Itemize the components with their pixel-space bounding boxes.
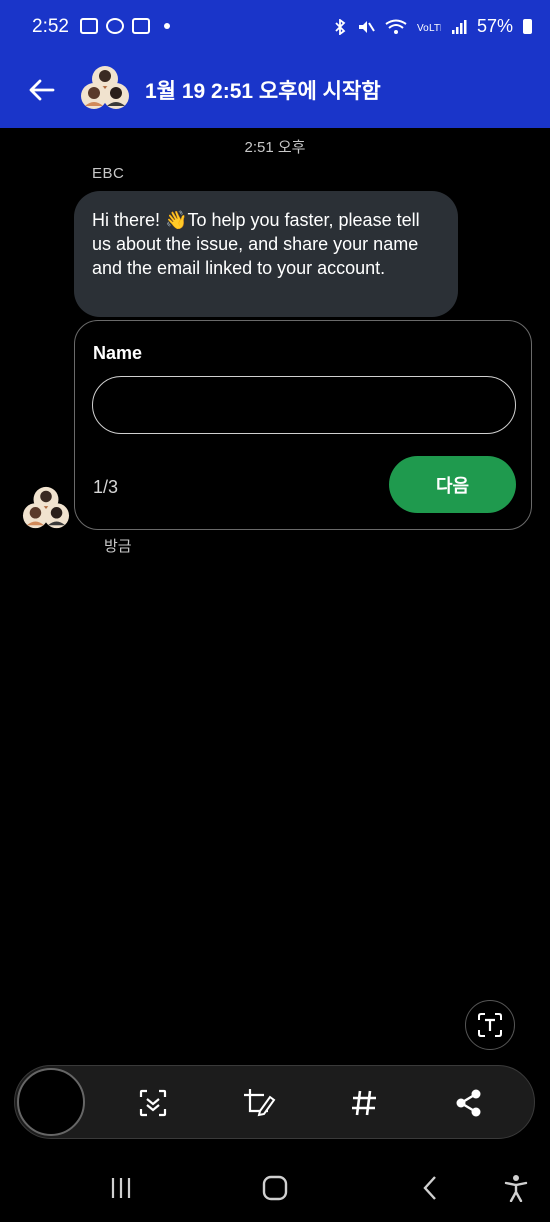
hashtag-icon [352, 1090, 376, 1116]
chat-title: 1월 19 2:51 오후에 시작함 [145, 80, 381, 103]
chat-area: 2:51 오후 EBC Hi there! 👋To help you faste… [0, 128, 550, 1065]
system-nav-bar [0, 1140, 550, 1222]
form-step-indicator: 1/3 [93, 477, 119, 497]
crop-edit-icon [244, 1089, 276, 1117]
sender-name: EBC [92, 165, 125, 182]
share-icon [456, 1089, 481, 1117]
system-icons: VoLTE 57% [333, 16, 532, 37]
recent-apps-icon [111, 1178, 131, 1198]
share-button[interactable] [449, 1083, 489, 1123]
status-time: 2:52 [32, 16, 69, 37]
name-input[interactable] [92, 376, 516, 434]
battery-percent: 57% [476, 16, 513, 36]
message-time: 방금 [104, 538, 132, 555]
more-notifications-icon [164, 23, 170, 29]
arrow-left-icon [29, 79, 55, 101]
message-bubble: Hi there! 👋To help you faster, please te… [74, 191, 458, 317]
back-button[interactable] [22, 70, 62, 110]
mute-icon [358, 20, 375, 33]
voicemail-icon [132, 18, 150, 34]
extract-text-button[interactable] [465, 1000, 515, 1050]
name-field-label: Name [93, 343, 143, 363]
wifi-icon [385, 19, 407, 34]
battery-icon [523, 19, 532, 34]
volte-icon: VoLTE [417, 23, 441, 34]
chat-timestamp: 2:51 오후 [244, 139, 306, 156]
bluetooth-icon [335, 18, 346, 35]
gallery-icon [80, 18, 98, 34]
status-bar: 2:52 VoLTE 57% [0, 0, 550, 56]
name-form-card: Name 1/3 다음 [74, 320, 532, 530]
accessibility-icon [504, 1175, 528, 1202]
scroll-capture-button[interactable] [133, 1083, 173, 1123]
screenshot-thumbnail[interactable] [17, 1068, 85, 1136]
next-button[interactable]: 다음 [389, 456, 516, 513]
screenshot-toolbar [14, 1065, 535, 1139]
text-scan-icon [478, 1013, 502, 1037]
hashtag-button[interactable] [344, 1083, 384, 1123]
back-nav-button[interactable] [410, 1168, 450, 1208]
home-icon [262, 1175, 288, 1201]
home-button[interactable] [255, 1168, 295, 1208]
chevron-left-icon [423, 1176, 436, 1200]
chat-header: 1월 19 2:51 오후에 시작함 [0, 56, 550, 128]
accessibility-button[interactable] [496, 1168, 536, 1208]
svg-text:LTE: LTE [429, 23, 441, 34]
recent-apps-button[interactable] [101, 1168, 141, 1208]
edit-crop-button[interactable] [239, 1083, 279, 1123]
sender-avatar [22, 486, 70, 529]
signal-icon [451, 19, 467, 34]
scroll-capture-icon [139, 1089, 167, 1117]
talk-icon [106, 18, 124, 34]
svg-text:Vo: Vo [417, 23, 429, 34]
team-avatar[interactable] [80, 63, 130, 113]
notification-icons [80, 18, 170, 34]
